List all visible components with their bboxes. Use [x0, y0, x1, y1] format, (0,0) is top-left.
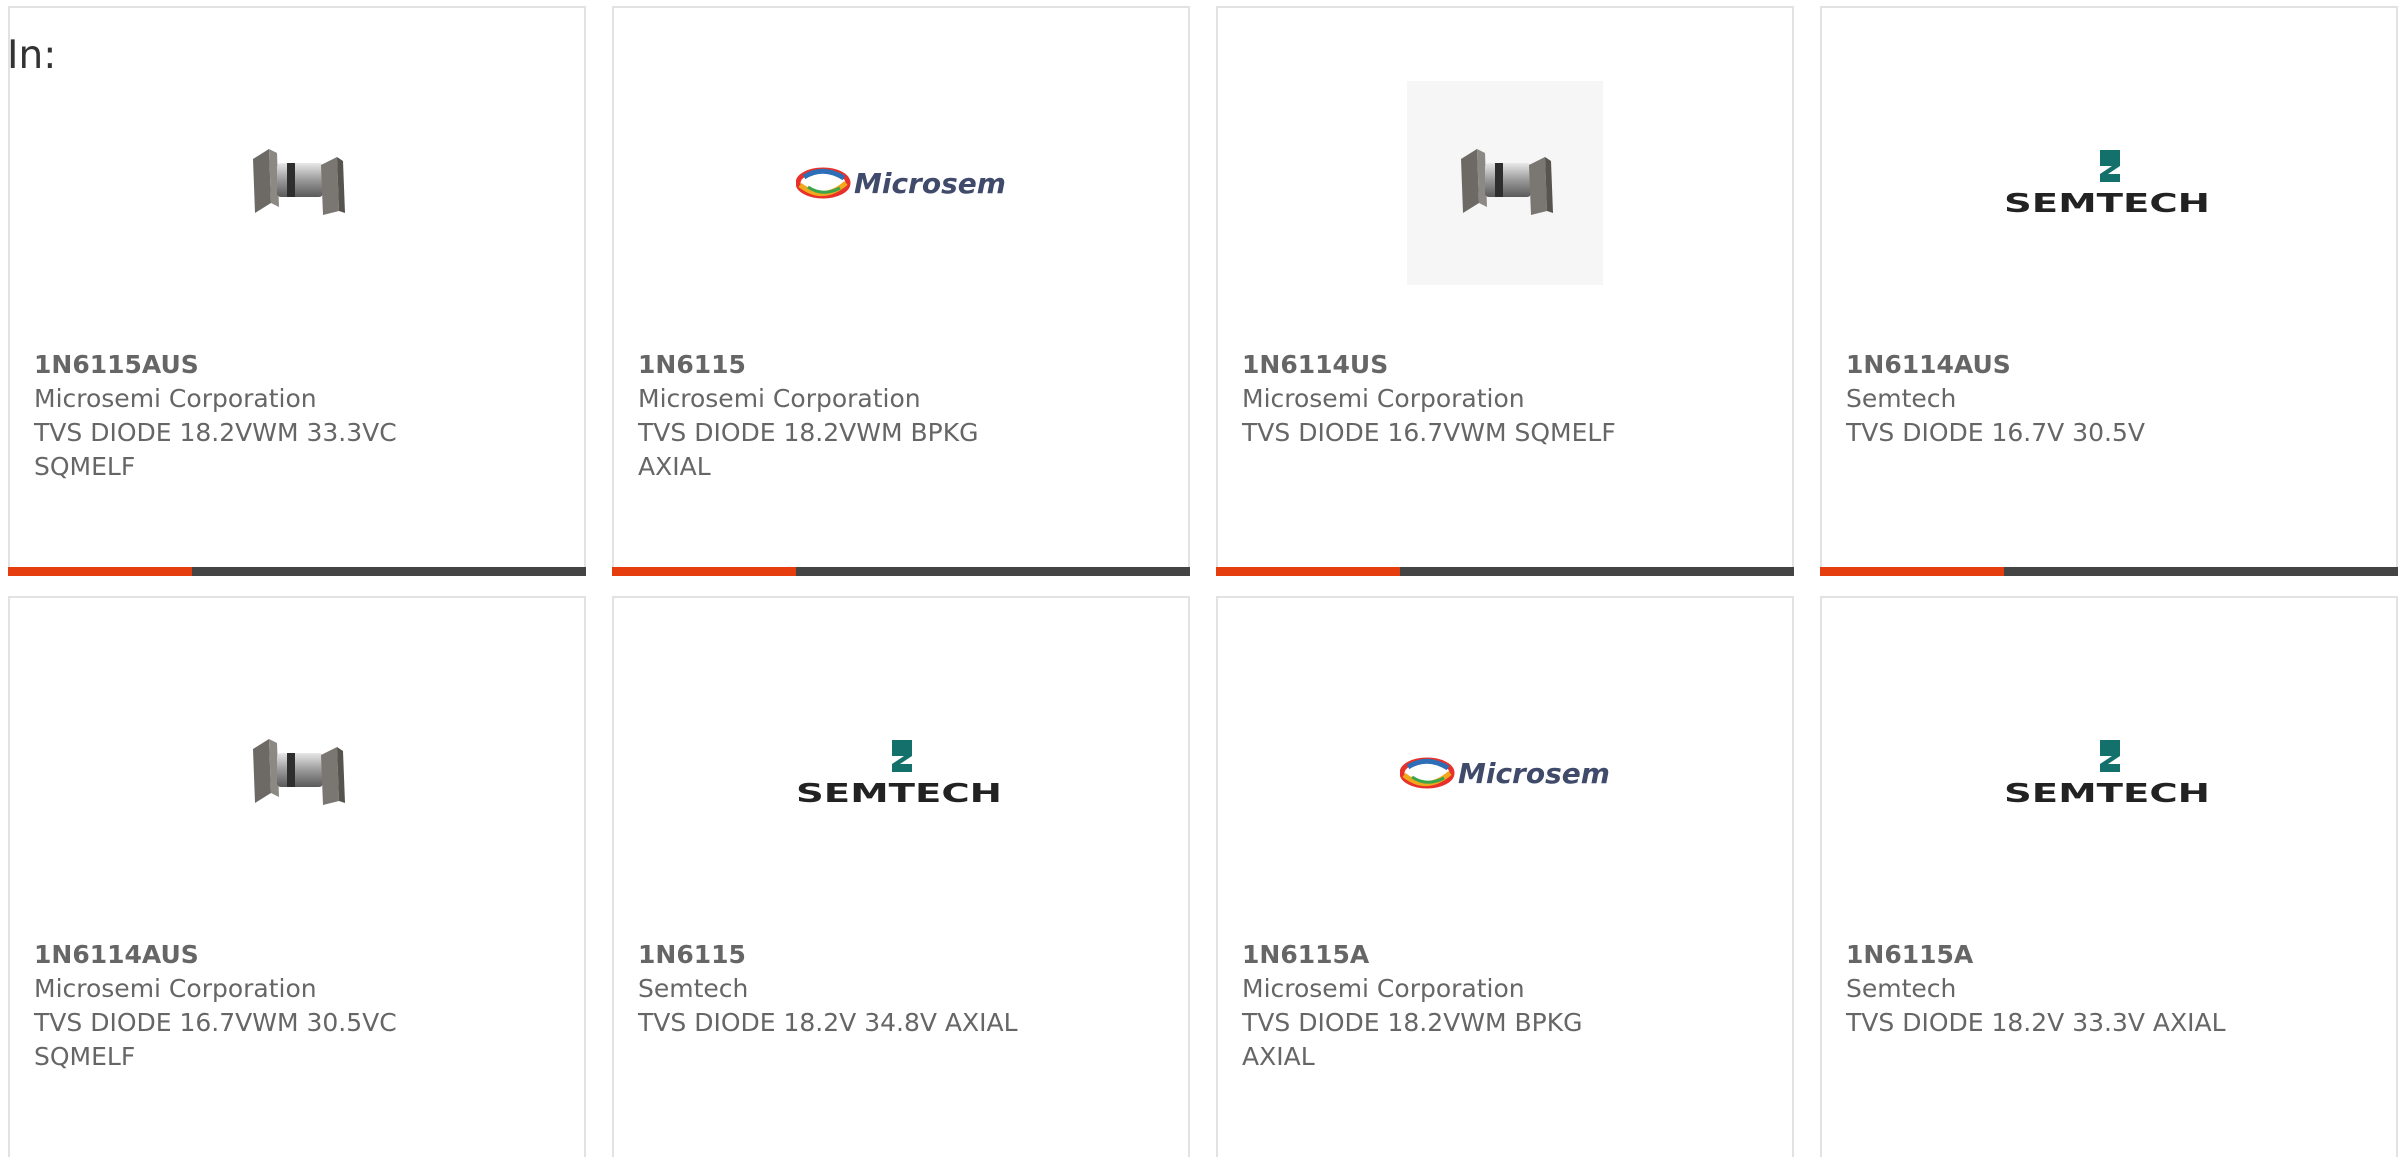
manufacturer-name: Microsemi Corporation: [34, 974, 317, 1003]
product-card[interactable]: SEMTECH 1N6114AUS Semtech TVS DIODE 16.7…: [1820, 6, 2398, 576]
diode-image-icon: [247, 731, 347, 815]
product-info: 1N6114US Microsemi Corporation TVS DIODE…: [1242, 348, 1642, 450]
product-image: SEMTECH: [1822, 658, 2396, 888]
svg-text:SEMTECH: SEMTECH: [2004, 779, 2210, 808]
part-number[interactable]: 1N6115: [638, 348, 1038, 382]
product-image: [10, 68, 584, 298]
product-description: TVS DIODE 18.2VWM BPKG AXIAL: [638, 418, 979, 481]
card-footer-bar: [612, 567, 1190, 576]
search-scope-label: In:: [7, 33, 57, 78]
semtech-logo: SEMTECH: [796, 738, 1006, 808]
product-image: SEMTECH: [1822, 68, 2396, 298]
product-image: Microsemi: [614, 68, 1188, 298]
product-description: TVS DIODE 18.2V 33.3V AXIAL: [1846, 1008, 2226, 1037]
part-number[interactable]: 1N6115A: [1846, 938, 2246, 972]
diode-image-icon: [1455, 141, 1555, 225]
semtech-logo: SEMTECH: [2004, 148, 2214, 218]
card-accent-bar: [612, 567, 796, 576]
product-card[interactable]: 1N6114AUS Microsemi Corporation TVS DIOD…: [8, 596, 586, 1157]
manufacturer-name: Microsemi Corporation: [1242, 974, 1525, 1003]
svg-text:SEMTECH: SEMTECH: [796, 779, 1002, 808]
manufacturer-name: Semtech: [638, 974, 749, 1003]
product-info: 1N6114AUS Semtech TVS DIODE 16.7V 30.5V: [1846, 348, 2246, 450]
part-number[interactable]: 1N6114AUS: [34, 938, 434, 972]
part-number[interactable]: 1N6114US: [1242, 348, 1642, 382]
product-description: TVS DIODE 18.2V 34.8V AXIAL: [638, 1008, 1018, 1037]
product-image: Microsemi: [1218, 658, 1792, 888]
svg-text:SEMTECH: SEMTECH: [2004, 189, 2210, 218]
product-image: [1218, 68, 1792, 298]
product-description: TVS DIODE 16.7V 30.5V: [1846, 418, 2145, 447]
microsemi-logo: Microsemi: [1400, 753, 1610, 793]
product-grid: 1N6115AUS Microsemi Corporation TVS DIOD…: [8, 6, 2398, 1157]
product-info: 1N6115A Semtech TVS DIODE 18.2V 33.3V AX…: [1846, 938, 2246, 1040]
semtech-logo: SEMTECH: [2004, 738, 2214, 808]
part-number[interactable]: 1N6115AUS: [34, 348, 434, 382]
product-card[interactable]: 1N6114US Microsemi Corporation TVS DIODE…: [1216, 6, 1794, 576]
product-card[interactable]: SEMTECH 1N6115A Semtech TVS DIODE 18.2V …: [1820, 596, 2398, 1157]
part-number[interactable]: 1N6114AUS: [1846, 348, 2246, 382]
product-info: 1N6114AUS Microsemi Corporation TVS DIOD…: [34, 938, 434, 1074]
product-info: 1N6115 Microsemi Corporation TVS DIODE 1…: [638, 348, 1038, 484]
product-info: 1N6115AUS Microsemi Corporation TVS DIOD…: [34, 348, 434, 484]
card-footer-bar: [1216, 567, 1794, 576]
product-info: 1N6115A Microsemi Corporation TVS DIODE …: [1242, 938, 1642, 1074]
manufacturer-name: Semtech: [1846, 384, 1957, 413]
diode-image-icon: [247, 141, 347, 225]
card-footer-bar: [1820, 567, 2398, 576]
part-number[interactable]: 1N6115: [638, 938, 1038, 972]
card-footer-bar: [8, 567, 586, 576]
product-description: TVS DIODE 18.2VWM BPKG AXIAL: [1242, 1008, 1583, 1071]
manufacturer-name: Microsemi Corporation: [1242, 384, 1525, 413]
product-card[interactable]: Microsemi 1N6115 Microsemi Corporation T…: [612, 6, 1190, 576]
product-info: 1N6115 Semtech TVS DIODE 18.2V 34.8V AXI…: [638, 938, 1038, 1040]
card-accent-bar: [1820, 567, 2004, 576]
svg-text:Microsemi: Microsemi: [854, 167, 1006, 200]
svg-text:Microsemi: Microsemi: [1458, 757, 1610, 790]
product-card[interactable]: SEMTECH 1N6115 Semtech TVS DIODE 18.2V 3…: [612, 596, 1190, 1157]
product-description: TVS DIODE 16.7VWM SQMELF: [1242, 418, 1616, 447]
product-card[interactable]: 1N6115AUS Microsemi Corporation TVS DIOD…: [8, 6, 586, 576]
product-image: [10, 658, 584, 888]
manufacturer-name: Microsemi Corporation: [34, 384, 317, 413]
product-card[interactable]: Microsemi 1N6115A Microsemi Corporation …: [1216, 596, 1794, 1157]
product-results-page: In: 1N6115AUS Microsemi Corporation TVS …: [0, 0, 2400, 1157]
product-description: TVS DIODE 16.7VWM 30.5VC SQMELF: [34, 1008, 397, 1071]
card-accent-bar: [8, 567, 192, 576]
card-accent-bar: [1216, 567, 1400, 576]
product-image: SEMTECH: [614, 658, 1188, 888]
product-description: TVS DIODE 18.2VWM 33.3VC SQMELF: [34, 418, 397, 481]
manufacturer-name: Microsemi Corporation: [638, 384, 921, 413]
microsemi-logo: Microsemi: [796, 163, 1006, 203]
part-number[interactable]: 1N6115A: [1242, 938, 1642, 972]
manufacturer-name: Semtech: [1846, 974, 1957, 1003]
